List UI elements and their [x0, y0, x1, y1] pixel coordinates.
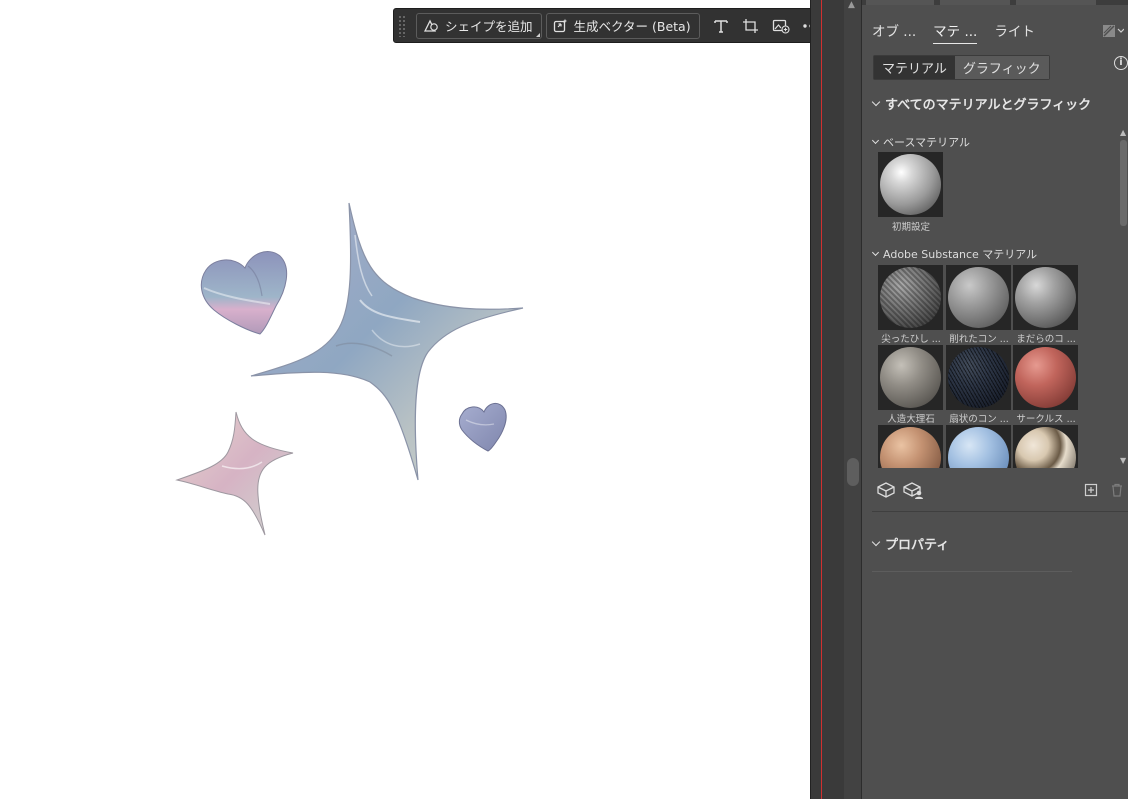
- material-swatch[interactable]: [878, 265, 943, 330]
- guide-line: [821, 0, 822, 799]
- user-material-icon[interactable]: [902, 481, 924, 499]
- material-swatch[interactable]: [1013, 265, 1078, 330]
- dock-scrollbar-thumb[interactable]: [847, 458, 859, 486]
- generative-vector-label: 生成ベクター (Beta): [573, 19, 691, 34]
- material-preview: [1015, 267, 1076, 328]
- material-swatch[interactable]: [1013, 425, 1078, 468]
- material-label: 削れたコン ...: [949, 334, 1009, 345]
- material-swatch[interactable]: [946, 265, 1011, 330]
- app-window: シェイプを追加 生成ベクター (Beta) ▲ オブ ... マテ ... ライ…: [0, 0, 1128, 799]
- material-label: 扇状のコン ...: [949, 414, 1009, 425]
- section-base-materials[interactable]: ベースマテリアル: [871, 134, 971, 150]
- panel-header-strip: [862, 0, 1128, 5]
- panel-tabs: オブ ... マテ ... ライト: [872, 20, 1052, 44]
- add-icon[interactable]: [1084, 483, 1098, 497]
- section-substance-materials[interactable]: Adobe Substance マテリアル: [871, 246, 1038, 262]
- section-base-materials-label: ベースマテリアル: [883, 136, 971, 149]
- material-label: 尖ったひし ...: [881, 334, 941, 345]
- material-label: まだらのコ ...: [1016, 334, 1076, 345]
- library-scrollbar[interactable]: ▲ ▼: [1119, 128, 1128, 468]
- contextual-task-bar: シェイプを追加 生成ベクター (Beta): [393, 8, 810, 43]
- material-swatch[interactable]: [946, 425, 1011, 468]
- material-swatch[interactable]: [878, 425, 943, 468]
- section-all-materials[interactable]: すべてのマテリアルとグラフィック: [871, 94, 1092, 113]
- shape-add-icon: [423, 19, 438, 32]
- section-all-materials-label: すべてのマテリアルとグラフィック: [885, 98, 1092, 113]
- material-preview: [880, 267, 941, 328]
- generative-vector-icon: [553, 18, 567, 33]
- section-properties-label: プロパティ: [885, 538, 950, 553]
- collapse-arrow-icon[interactable]: ▲: [848, 0, 855, 10]
- panel-menu-icon[interactable]: [1102, 24, 1124, 38]
- chevron-down-icon: [871, 136, 880, 145]
- material-preview: [948, 347, 1009, 408]
- material-preview: [880, 154, 941, 215]
- scroll-up-icon[interactable]: ▲: [1120, 128, 1126, 137]
- material-label: サークルス ...: [1016, 414, 1076, 425]
- material-preview: [948, 427, 1009, 468]
- small-heart-shape[interactable]: [458, 403, 507, 452]
- material-graphic-toggle: マテリアル グラフィック: [873, 55, 1050, 80]
- segment-material[interactable]: マテリアル: [874, 56, 955, 79]
- tab-lights[interactable]: ライト: [994, 20, 1035, 44]
- small-sparkle-shape[interactable]: [175, 411, 294, 536]
- add-shape-button[interactable]: シェイプを追加: [416, 12, 542, 39]
- material-swatch[interactable]: [946, 345, 1011, 410]
- artwork-3d-shapes[interactable]: [0, 0, 810, 799]
- material-label: 初期設定: [891, 222, 930, 233]
- chevron-down-icon: [871, 537, 881, 547]
- tab-objects[interactable]: オブ ...: [872, 20, 916, 44]
- trash-icon[interactable]: [1110, 483, 1124, 497]
- scroll-down-icon[interactable]: ▼: [1120, 456, 1126, 465]
- chevron-down-icon: [871, 97, 881, 107]
- material-preview: [948, 267, 1009, 328]
- material-preview: [1015, 427, 1076, 468]
- material-swatch[interactable]: [878, 345, 943, 410]
- material-label: 人造大理石: [887, 414, 935, 425]
- info-icon[interactable]: i: [1114, 56, 1128, 70]
- section-properties[interactable]: プロパティ: [871, 534, 950, 553]
- large-heart-shape[interactable]: [200, 251, 288, 335]
- artboard-canvas[interactable]: シェイプを追加 生成ベクター (Beta): [0, 0, 810, 799]
- drag-handle-icon[interactable]: [398, 14, 406, 37]
- materials-panel: オブ ... マテ ... ライト マテリアル グラフィック i すべてのマテリ…: [862, 0, 1128, 799]
- divider: [872, 511, 1128, 512]
- more-options-button[interactable]: [796, 13, 810, 39]
- dock-gutter: [810, 0, 844, 799]
- add-shape-label: シェイプを追加: [445, 19, 533, 34]
- type-icon: [713, 19, 728, 33]
- generative-vector-button[interactable]: 生成ベクター (Beta): [545, 12, 700, 39]
- crop-icon: [742, 18, 758, 33]
- import-material-icon[interactable]: [876, 481, 896, 499]
- material-preview: [880, 347, 941, 408]
- crop-button[interactable]: [736, 13, 766, 39]
- library-scrollbar-thumb[interactable]: [1120, 140, 1127, 226]
- tab-materials[interactable]: マテ ...: [933, 20, 978, 44]
- section-substance-label: Adobe Substance マテリアル: [883, 248, 1038, 261]
- more-icon: [802, 23, 810, 28]
- dock-scrollbar[interactable]: [844, 0, 862, 799]
- type-tool-button[interactable]: [706, 13, 736, 39]
- chevron-down-icon: [871, 248, 880, 257]
- dropdown-corner-icon: [535, 32, 540, 37]
- place-image-button[interactable]: [766, 13, 796, 39]
- segment-graphic[interactable]: グラフィック: [954, 56, 1049, 79]
- image-add-icon: [772, 19, 790, 34]
- material-swatch-default[interactable]: [878, 152, 943, 217]
- material-preview: [1015, 347, 1076, 408]
- material-preview: [880, 427, 941, 468]
- material-swatch[interactable]: [1013, 345, 1078, 410]
- divider: [872, 571, 1072, 572]
